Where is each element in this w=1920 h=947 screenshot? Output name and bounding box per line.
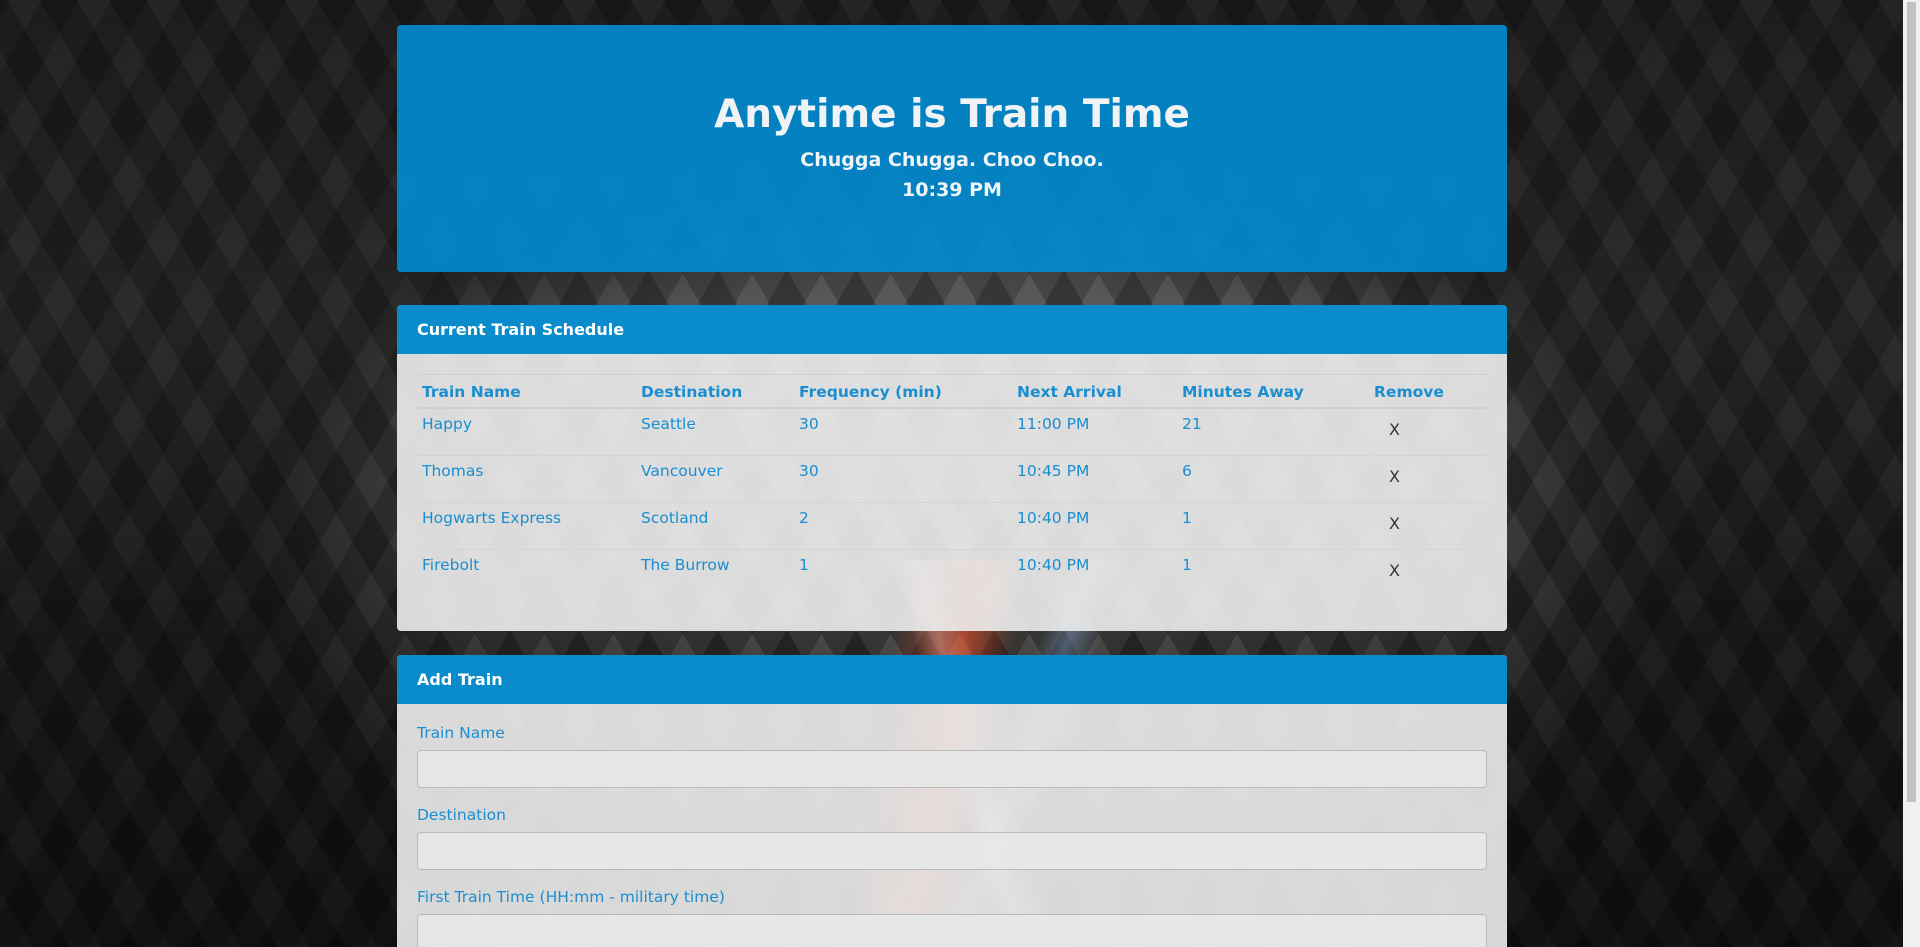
schedule-panel-body: Train Name Destination Frequency (min) N… <box>397 354 1507 631</box>
column-header-destination: Destination <box>636 374 794 409</box>
cell-train-name: Firebolt <box>422 556 480 574</box>
add-train-form: Train Name Destination First Train Time … <box>397 704 1507 947</box>
cell-next-arrival: 11:00 PM <box>1012 408 1177 456</box>
column-header-minutes-away: Minutes Away <box>1177 374 1369 409</box>
page-subtitle: Chugga Chugga. Choo Choo. <box>800 149 1104 171</box>
column-header-train-name: Train Name <box>417 374 636 409</box>
remove-cell: X <box>1369 455 1487 503</box>
add-train-panel: Add Train Train Name Destination First T… <box>397 655 1507 947</box>
add-train-panel-title: Add Train <box>397 655 1507 704</box>
remove-train-button[interactable]: X <box>1389 514 1400 533</box>
destination-input[interactable] <box>417 832 1487 870</box>
destination-label: Destination <box>417 806 506 824</box>
first-train-time-input[interactable] <box>417 914 1487 947</box>
cell-minutes-away: 1 <box>1177 502 1369 550</box>
cell-next-arrival: 10:40 PM <box>1012 502 1177 550</box>
schedule-panel: Current Train Schedule Train Name Destin… <box>397 305 1507 631</box>
train-name-label: Train Name <box>417 724 505 742</box>
table-row: Firebolt The Burrow 1 10:40 PM 1 X <box>417 550 1487 597</box>
cell-frequency: 2 <box>794 502 1012 550</box>
main-container: Anytime is Train Time Chugga Chugga. Cho… <box>397 25 1507 947</box>
remove-cell: X <box>1369 550 1487 597</box>
column-header-next-arrival: Next Arrival <box>1012 374 1177 409</box>
cell-train-name: Happy <box>417 408 636 456</box>
cell-train-name: Thomas <box>417 455 636 503</box>
cell-frequency: 30 <box>794 455 1012 503</box>
cell-frequency: 1 <box>799 556 809 574</box>
train-name-input[interactable] <box>417 750 1487 788</box>
cell-minutes-away: 21 <box>1177 408 1369 456</box>
first-train-time-label: First Train Time (HH:mm - military time) <box>417 888 725 906</box>
table-row: Hogwarts Express Scotland 2 10:40 PM 1 X <box>417 502 1487 550</box>
page-title: Anytime is Train Time <box>714 92 1190 137</box>
table-row: Thomas Vancouver 30 10:45 PM 6 X <box>417 455 1487 503</box>
schedule-table: Train Name Destination Frequency (min) N… <box>417 374 1487 596</box>
scrollbar-thumb[interactable] <box>1907 2 1916 802</box>
cell-minutes-away: 6 <box>1177 455 1369 503</box>
cell-destination: Scotland <box>636 502 794 550</box>
remove-cell: X <box>1369 502 1487 550</box>
remove-train-button[interactable]: X <box>1389 420 1400 439</box>
cell-next-arrival: 10:45 PM <box>1012 455 1177 503</box>
current-time: 10:39 PM <box>902 179 1002 201</box>
cell-destination: Seattle <box>636 408 794 456</box>
cell-frequency: 30 <box>794 408 1012 456</box>
cell-next-arrival: 10:40 PM <box>1017 556 1090 574</box>
remove-train-button[interactable]: X <box>1389 561 1400 580</box>
cell-minutes-away: 1 <box>1182 556 1192 574</box>
column-header-remove: Remove <box>1369 374 1487 409</box>
schedule-panel-title: Current Train Schedule <box>397 305 1507 354</box>
table-row: Happy Seattle 30 11:00 PM 21 X <box>417 408 1487 456</box>
vertical-scrollbar[interactable] <box>1903 0 1920 947</box>
table-header-row: Train Name Destination Frequency (min) N… <box>417 374 1487 409</box>
cell-destination: Vancouver <box>636 455 794 503</box>
remove-cell: X <box>1369 408 1487 456</box>
cell-destination: The Burrow <box>641 556 730 574</box>
header-jumbotron: Anytime is Train Time Chugga Chugga. Cho… <box>397 25 1507 272</box>
remove-train-button[interactable]: X <box>1389 467 1400 486</box>
cell-train-name: Hogwarts Express <box>417 502 636 550</box>
column-header-frequency: Frequency (min) <box>794 374 1012 409</box>
